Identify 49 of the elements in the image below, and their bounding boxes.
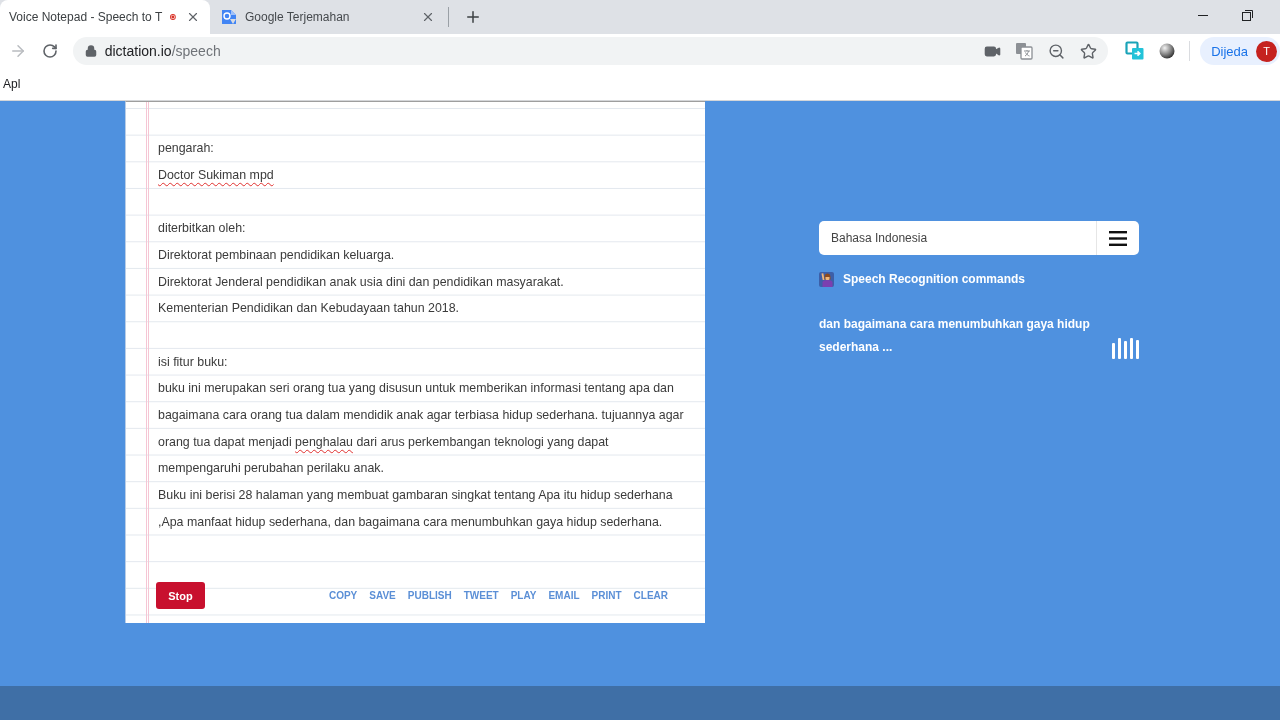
zoom-out-icon <box>1047 42 1065 60</box>
lock-icon <box>84 45 97 57</box>
restore-icon <box>1242 9 1253 21</box>
action-link[interactable]: SAVE <box>369 590 396 602</box>
url-text: dictation.io/speech <box>104 43 222 59</box>
note-text-line: Kementerian Pendidikan dan Kebudayaan tahun 2018. <box>158 301 460 316</box>
action-link[interactable]: EMAIL <box>548 590 580 602</box>
commands-link[interactable]: Speech Recognition commands <box>843 272 1026 286</box>
note-text-line: orang tua dapat menjadi penghalau dari arus perkembangan teknologi yang dapat <box>158 434 609 449</box>
close-icon <box>186 10 200 24</box>
action-link[interactable]: PUBLISH <box>407 590 452 602</box>
note-text-line: Buku ini berisi 28 halaman yang membuat gambaran singkat tentang Apa itu hidup sederhana <box>158 488 673 502</box>
star-icon <box>1079 42 1097 60</box>
note-text-line: pengarah: <box>158 141 214 156</box>
action-link[interactable]: CLEAR <box>633 590 668 602</box>
browser-tab[interactable]: Voice Notepad - Speech to T <box>0 0 210 34</box>
note-text-line: Direktorat Jenderal pendidikan anak usia dini dan pendidikan masyarakat. <box>158 274 564 289</box>
translate-icon <box>1015 42 1034 60</box>
address-bar[interactable]: dictation.io/speech <box>72 37 1109 65</box>
action-link[interactable]: PRINT <box>591 590 622 602</box>
avatar: T <box>1256 40 1277 62</box>
note-text-line: Doctor Sukiman mpd <box>158 168 274 183</box>
browser-tab[interactable]: Google Terjemahan <box>213 0 445 34</box>
minimize-icon <box>1197 14 1208 16</box>
stop-button[interactable]: Stop <box>156 582 205 610</box>
note-text-line: buku ini merupakan seri orang tua yang disusun untuk memberikan informasi tentang apa dan <box>158 381 674 396</box>
sound-level-icon <box>1112 338 1139 359</box>
bookmark-item[interactable]: Apl <box>3 77 21 91</box>
action-link[interactable]: TWEET <box>463 590 499 602</box>
note-text-line: diterbitkan oleh: <box>158 221 246 236</box>
raising-hand-icon <box>819 271 834 287</box>
note-text-line: mempengaruhi perubahan perilaku anak. <box>158 461 384 476</box>
overlapping-windows-icon <box>1125 41 1146 61</box>
note-text-line: ,Apa manfaat hidup sederhana, dan bagaimana cara menumbuhkan gaya hidup sederhana. <box>158 514 663 529</box>
language-select[interactable]: Bahasa Indonesia <box>819 221 1096 255</box>
note-text-line: isi fitur buku: <box>158 354 228 369</box>
interim-transcript: dan bagaimana cara menumbuhkan gaya hidup sederhana ... <box>819 316 1091 356</box>
menu-button[interactable] <box>1096 221 1139 255</box>
note-text-line: Direktorat pembinaan pendidikan keluarga. <box>158 248 395 263</box>
plus-icon <box>464 8 482 26</box>
sphere-icon <box>1159 43 1176 59</box>
reload-icon <box>41 43 58 59</box>
menu-icon <box>1109 230 1127 246</box>
action-link[interactable]: PLAY <box>510 590 537 602</box>
action-link[interactable]: COPY <box>328 590 358 602</box>
close-icon <box>421 10 435 24</box>
notepad[interactable] <box>125 101 705 623</box>
note-text-line: bagaimana cara orang tua dalam mendidik anak agar terbiasa hidup sederhana. tujuannya agar <box>158 408 684 423</box>
profile-button[interactable]: Dijeda T <box>1200 37 1280 65</box>
